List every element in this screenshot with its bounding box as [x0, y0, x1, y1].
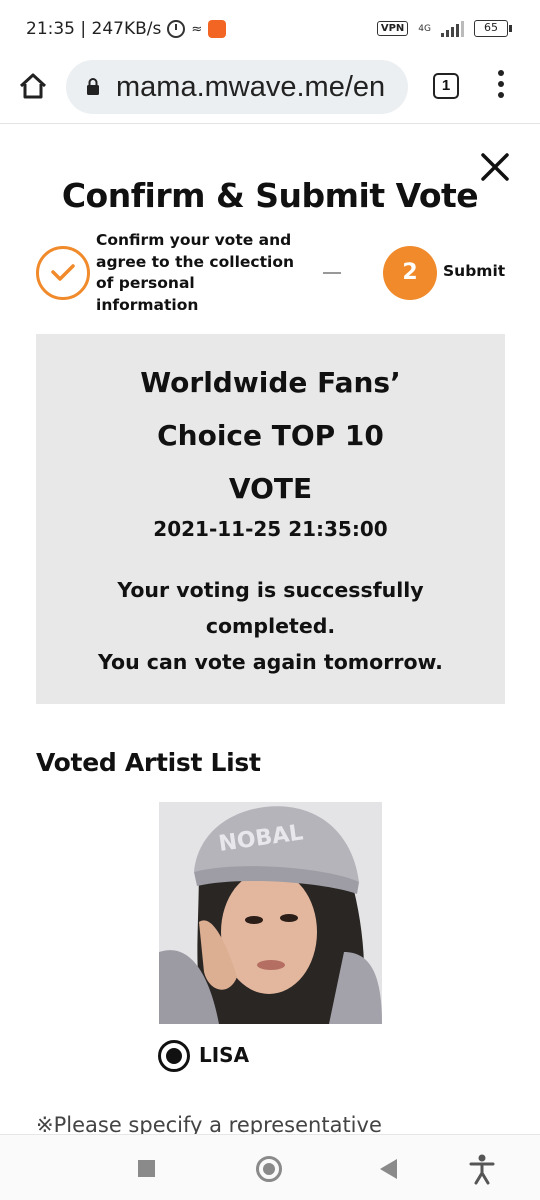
voted-artist-list-title: Voted Artist List — [36, 748, 261, 777]
status-time-speed: 21:35 | 247KB/s — [26, 19, 162, 39]
recents-icon[interactable] — [138, 1160, 155, 1177]
signal-icon — [441, 20, 464, 37]
home-icon[interactable] — [18, 71, 48, 101]
vote-message: Your voting is successfully completed. Y… — [36, 572, 505, 680]
step-divider — [323, 272, 341, 274]
vote-datetime: 2021-11-25 21:35:00 — [153, 517, 388, 541]
browser-toolbar: mama.mwave.me/en 1 — [0, 58, 540, 124]
alarm-icon — [167, 20, 186, 38]
artist-name: LISA — [199, 1043, 250, 1067]
app-notification-icon — [208, 20, 227, 38]
progress-steps: Confirm your vote and agree to the colle… — [36, 230, 510, 320]
battery-icon: 65 — [474, 20, 512, 37]
status-bar: 21:35 | 247KB/s ≈ VPN 4G 65 — [0, 0, 540, 58]
vote-result-panel: Worldwide Fans’ Choice TOP 10 VOTE 2021-… — [36, 334, 505, 704]
more-vert-icon[interactable] — [492, 70, 510, 102]
step2-label: Submit — [443, 262, 506, 280]
nfc-icon: ≈ — [191, 21, 203, 37]
network-type: 4G — [418, 23, 431, 34]
artist-photo: NOBAL — [159, 802, 382, 1024]
artist-photo-image: NOBAL — [159, 802, 382, 1024]
accessibility-icon[interactable] — [468, 1153, 496, 1185]
step1-indicator — [36, 246, 90, 300]
page-title: Confirm & Submit Vote — [61, 176, 479, 215]
url-text: mama.mwave.me/en — [116, 71, 386, 103]
address-bar[interactable]: mama.mwave.me/en — [66, 60, 408, 114]
vote-message-line1: Your voting is successfully completed. — [117, 578, 424, 638]
step1-label: Confirm your vote and agree to the colle… — [96, 231, 294, 314]
radio-selected-icon[interactable] — [158, 1040, 190, 1072]
system-nav-bar — [0, 1134, 540, 1200]
vote-title: Worldwide Fans’ Choice TOP 10 VOTE — [36, 356, 505, 515]
step2-indicator: 2 — [383, 246, 437, 300]
vpn-icon: VPN — [376, 21, 409, 36]
tabs-button[interactable]: 1 — [433, 73, 459, 99]
nav-home-icon[interactable] — [256, 1156, 282, 1182]
lock-icon — [87, 78, 99, 95]
vote-title-text: Worldwide Fans’ Choice TOP 10 VOTE — [140, 366, 401, 505]
check-icon — [51, 264, 75, 281]
vote-message-line2: You can vote again tomorrow. — [98, 650, 443, 674]
back-icon[interactable] — [380, 1159, 397, 1179]
